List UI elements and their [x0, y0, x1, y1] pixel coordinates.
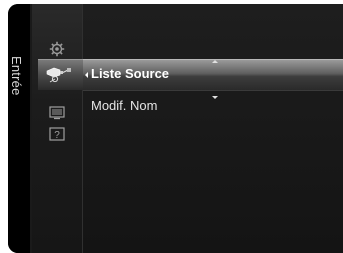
arrow-left-icon — [85, 72, 88, 78]
help-icon[interactable]: ? — [46, 125, 68, 143]
gear-icon[interactable] — [46, 40, 68, 58]
menu-item-modif-nom[interactable]: Modif. Nom — [91, 98, 157, 113]
arrow-up-icon — [212, 60, 218, 63]
input-menu-panel: Entrée ? Liste Source Modif. Nom — [8, 4, 343, 253]
arrow-down-icon — [212, 96, 218, 99]
menu-item-liste-source[interactable]: Liste Source — [91, 66, 169, 81]
side-tab-label: Entrée — [9, 56, 24, 96]
picture-icon[interactable] — [46, 104, 68, 122]
input-source-icon[interactable] — [46, 66, 72, 84]
tv-osd-screen: Entrée ? Liste Source Modif. Nom — [0, 0, 343, 253]
side-tab: Entrée — [8, 4, 30, 253]
menu-content — [83, 4, 343, 253]
svg-text:?: ? — [54, 130, 60, 141]
